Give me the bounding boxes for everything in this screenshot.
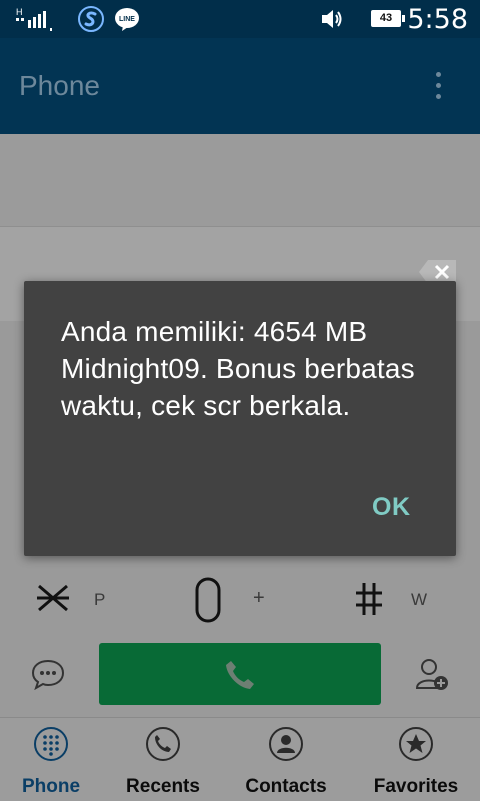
tab-favorites-label: Favorites — [373, 776, 459, 797]
volume-icon — [320, 8, 344, 35]
hash-key[interactable] — [354, 581, 384, 622]
tab-contacts[interactable]: Contacts — [226, 718, 346, 801]
add-contact-icon[interactable] — [415, 656, 451, 697]
ok-button[interactable]: OK — [372, 493, 411, 522]
s-app-icon — [78, 6, 104, 37]
bottom-tab-bar: Phone Recents Contacts Favorites — [0, 717, 480, 801]
phone-call-icon — [226, 661, 254, 689]
line-app-icon: LINE — [114, 6, 140, 37]
clock: 5:58 — [407, 4, 468, 35]
tab-recents-label: Recents — [126, 776, 200, 797]
recents-phone-icon — [145, 726, 181, 767]
hash-key-sub: W — [411, 590, 428, 609]
call-button[interactable] — [99, 643, 381, 705]
signal-icon: H — [14, 6, 60, 37]
battery-level: 43 — [371, 10, 401, 27]
dialpad-icon — [33, 726, 69, 767]
dialog-message: Anda memiliki: 4654 MB Midnight09. Bonus… — [61, 316, 415, 421]
zero-key-sub: + — [253, 587, 265, 609]
message-icon[interactable] — [31, 658, 65, 695]
star-key[interactable] — [36, 581, 70, 620]
status-bar: H LINE 43 5:58 — [0, 0, 480, 38]
overflow-menu-icon[interactable] — [436, 72, 441, 105]
battery-icon: 43 — [371, 10, 405, 27]
dialpad-bottom-row — [0, 560, 480, 642]
ussd-dialog: Anda memiliki: 4654 MB Midnight09. Bonus… — [24, 281, 456, 556]
app-title: Phone — [19, 70, 100, 101]
line-app-label: LINE — [119, 16, 135, 23]
network-type-label: H — [16, 7, 23, 17]
tab-recents[interactable]: Recents — [103, 718, 223, 801]
suggestion-area — [0, 134, 480, 226]
tab-phone-label: Phone — [21, 776, 81, 797]
star-icon — [398, 726, 434, 767]
star-key-sub: P — [94, 590, 106, 609]
tab-favorites[interactable]: Favorites — [356, 718, 476, 801]
app-bar: Phone — [0, 38, 480, 134]
contact-icon — [268, 726, 304, 767]
tab-contacts-label: Contacts — [245, 776, 327, 797]
tab-phone[interactable]: Phone — [0, 718, 111, 801]
zero-key[interactable] — [194, 576, 222, 629]
